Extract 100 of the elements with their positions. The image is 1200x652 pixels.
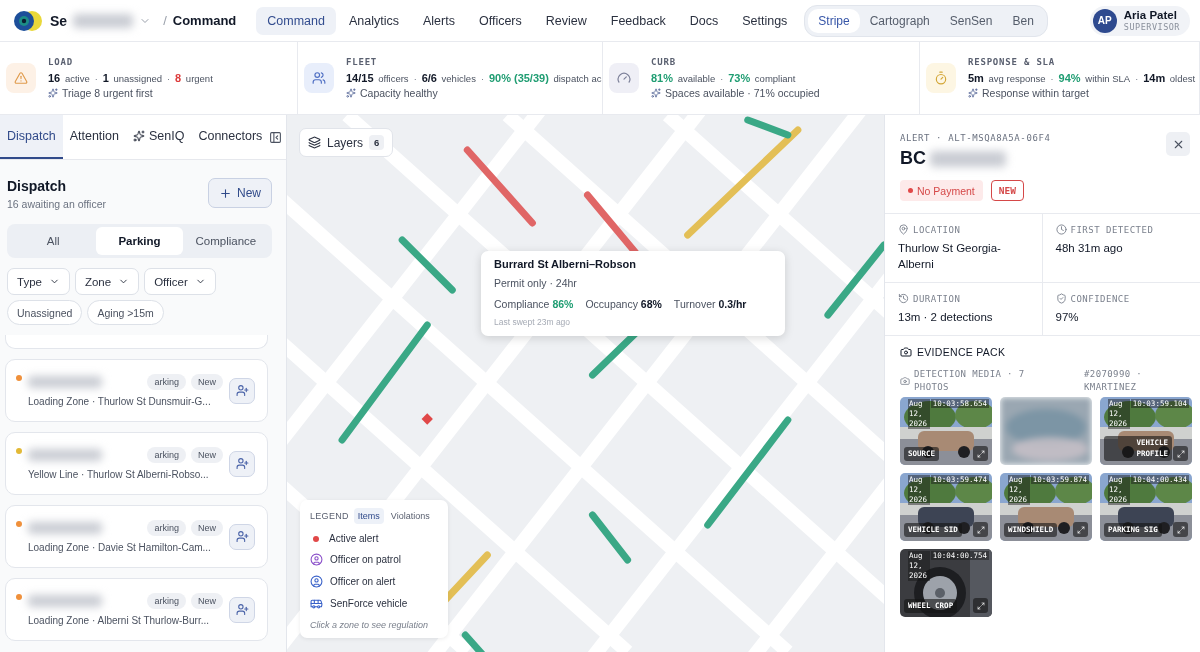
workspace-tab[interactable]: SenSen <box>939 8 1003 33</box>
legend-tab[interactable]: Violations <box>386 508 434 524</box>
section-title: EVIDENCE PACK <box>917 346 1006 359</box>
alert-card[interactable]: arking New Loading Zone · Alberni St Thurlow-Burr... <box>5 578 268 641</box>
timer-icon <box>926 63 956 93</box>
filter-dropdown[interactable]: Officer <box>144 268 216 295</box>
nav-tab[interactable]: Docs <box>678 6 730 35</box>
expand-icon <box>976 525 985 534</box>
expand-button[interactable] <box>973 598 988 614</box>
collapse-panel-icon[interactable] <box>269 130 283 144</box>
expand-button[interactable] <box>1173 522 1188 538</box>
segment-tab[interactable]: All <box>10 227 97 255</box>
stat-figure: 14/15 officers <box>346 72 409 84</box>
assign-officer-button[interactable] <box>229 596 255 623</box>
expand-icon <box>1176 449 1185 458</box>
nav-tab[interactable]: Review <box>534 6 598 35</box>
nav-tab[interactable]: Alerts <box>412 6 466 35</box>
sparkle-icon <box>968 88 978 98</box>
location-pin-icon <box>898 224 909 235</box>
status-dot-icon <box>908 188 913 193</box>
sparkle-icon <box>133 130 145 142</box>
legend-label: SenForce vehicle <box>330 598 408 609</box>
expand-button[interactable] <box>973 446 988 462</box>
logo-icon <box>12 9 44 32</box>
stat-figure: 1 unassigned <box>102 72 163 84</box>
new-button[interactable]: New <box>208 178 272 208</box>
alert-id: ALERT · ALT-MSQA8A5A-06F4 <box>900 133 1052 143</box>
stat-figure: 16 active <box>48 72 90 84</box>
tag: New <box>191 593 223 609</box>
legend-label: Officer on alert <box>330 576 396 587</box>
legend-label: Officer on patrol <box>330 554 401 565</box>
segment-tab[interactable]: Parking <box>96 227 183 255</box>
legend-title: LEGEND <box>310 511 349 521</box>
separator-dot: · <box>413 74 417 84</box>
filter-dropdown[interactable]: Zone <box>74 268 140 295</box>
layers-button[interactable]: Layers 6 <box>299 128 394 157</box>
stat-note: Capacity healthy <box>360 87 438 99</box>
stat-figure: 8 urgent <box>175 72 213 84</box>
workspace-tab[interactable]: Ben <box>1002 8 1044 33</box>
segment-tab[interactable]: Compliance <box>182 227 269 255</box>
history-icon <box>898 293 909 305</box>
alert-description: Loading Zone · Davie St Hamilton-Cam... <box>28 542 212 553</box>
stat-title: FLEET <box>346 57 379 67</box>
filter-chip[interactable]: Aging >15m <box>87 300 164 325</box>
close-button[interactable] <box>1166 132 1190 156</box>
sparkle-icon <box>651 88 661 98</box>
alert-description: Loading Zone · Alberni St Thurlow-Burr... <box>28 615 211 626</box>
camera-icon <box>900 375 910 386</box>
nav-tab[interactable]: Settings <box>731 6 799 35</box>
nav-tab[interactable]: Feedback <box>599 6 677 35</box>
filter-dropdown[interactable]: Type <box>7 268 70 295</box>
sidebar-tab[interactable]: Connectors <box>191 115 270 159</box>
legend-label: Active alert <box>329 533 379 544</box>
expand-button[interactable] <box>1173 446 1188 462</box>
stat-title: LOAD <box>48 57 74 67</box>
workspace-tab[interactable]: Stripe <box>808 8 860 33</box>
filter-chip[interactable]: Unassigned <box>7 300 83 325</box>
nav-tab[interactable]: Officers <box>467 6 533 35</box>
tag: arking <box>147 520 186 536</box>
breadcrumb-page: Command <box>172 13 237 28</box>
expand-icon <box>976 449 985 458</box>
alert-card[interactable]: arking New Loading Zone · Davie St Hamilton-Cam... <box>5 505 268 568</box>
sidebar-tab[interactable]: SenIQ <box>126 115 192 159</box>
breadcrumb-separator: / <box>163 13 167 28</box>
user-menu[interactable]: AP Aria Patel SUPERVISOR <box>1089 5 1190 36</box>
user-plus-icon <box>235 457 249 470</box>
sidebar-tab[interactable]: Dispatch <box>0 115 63 159</box>
camera-icon <box>900 346 912 359</box>
new-badge: NEW <box>990 180 1024 201</box>
people-icon <box>304 63 334 93</box>
tag: New <box>191 447 223 463</box>
alert-card[interactable]: arking New Yellow Line · Thurlow St Alberni-Robso... <box>5 432 268 495</box>
sparkle-icon <box>48 88 58 98</box>
sidebar-tab[interactable]: Attention <box>62 115 126 159</box>
user-plus-icon <box>235 530 249 543</box>
assign-officer-button[interactable] <box>229 377 255 404</box>
stat-figure: 90% (35/39) dispatch ac <box>488 72 602 84</box>
vehicle-icon <box>310 597 323 610</box>
layers-icon <box>308 136 321 149</box>
assign-officer-button[interactable] <box>229 450 255 477</box>
media-reference: #2070990 · KMARTINEZ <box>1084 368 1144 394</box>
assign-officer-button[interactable] <box>229 523 255 550</box>
expand-icon <box>1176 525 1185 534</box>
tooltip-metric: Turnover 0.3/hr <box>673 298 747 310</box>
expand-button[interactable] <box>1073 522 1088 538</box>
workspace-tab[interactable]: Cartograph <box>859 8 940 33</box>
legend-tab[interactable]: Items <box>353 508 384 524</box>
detail-value: Thurlow St Georgia-Alberni <box>898 241 1002 273</box>
stat-figure: 14m oldest <box>1143 72 1196 84</box>
tooltip-title: Burrard St Alberni–Robson <box>494 258 637 270</box>
alert-card[interactable]: arking New Loading Zone · Thurlow St Dunsmuir-G... <box>5 359 268 422</box>
expand-button[interactable] <box>973 522 988 538</box>
nav-tab[interactable]: Command <box>256 6 336 35</box>
alert-dot-icon <box>313 535 319 542</box>
panel-title: Dispatch <box>7 178 68 194</box>
avatar: AP <box>1092 8 1117 33</box>
alert-description: Loading Zone · Thurlow St Dunsmuir-G... <box>28 396 212 407</box>
stat-figure: 81% available <box>651 72 716 84</box>
nav-tab[interactable]: Analytics <box>337 6 410 35</box>
warning-icon <box>6 63 36 93</box>
